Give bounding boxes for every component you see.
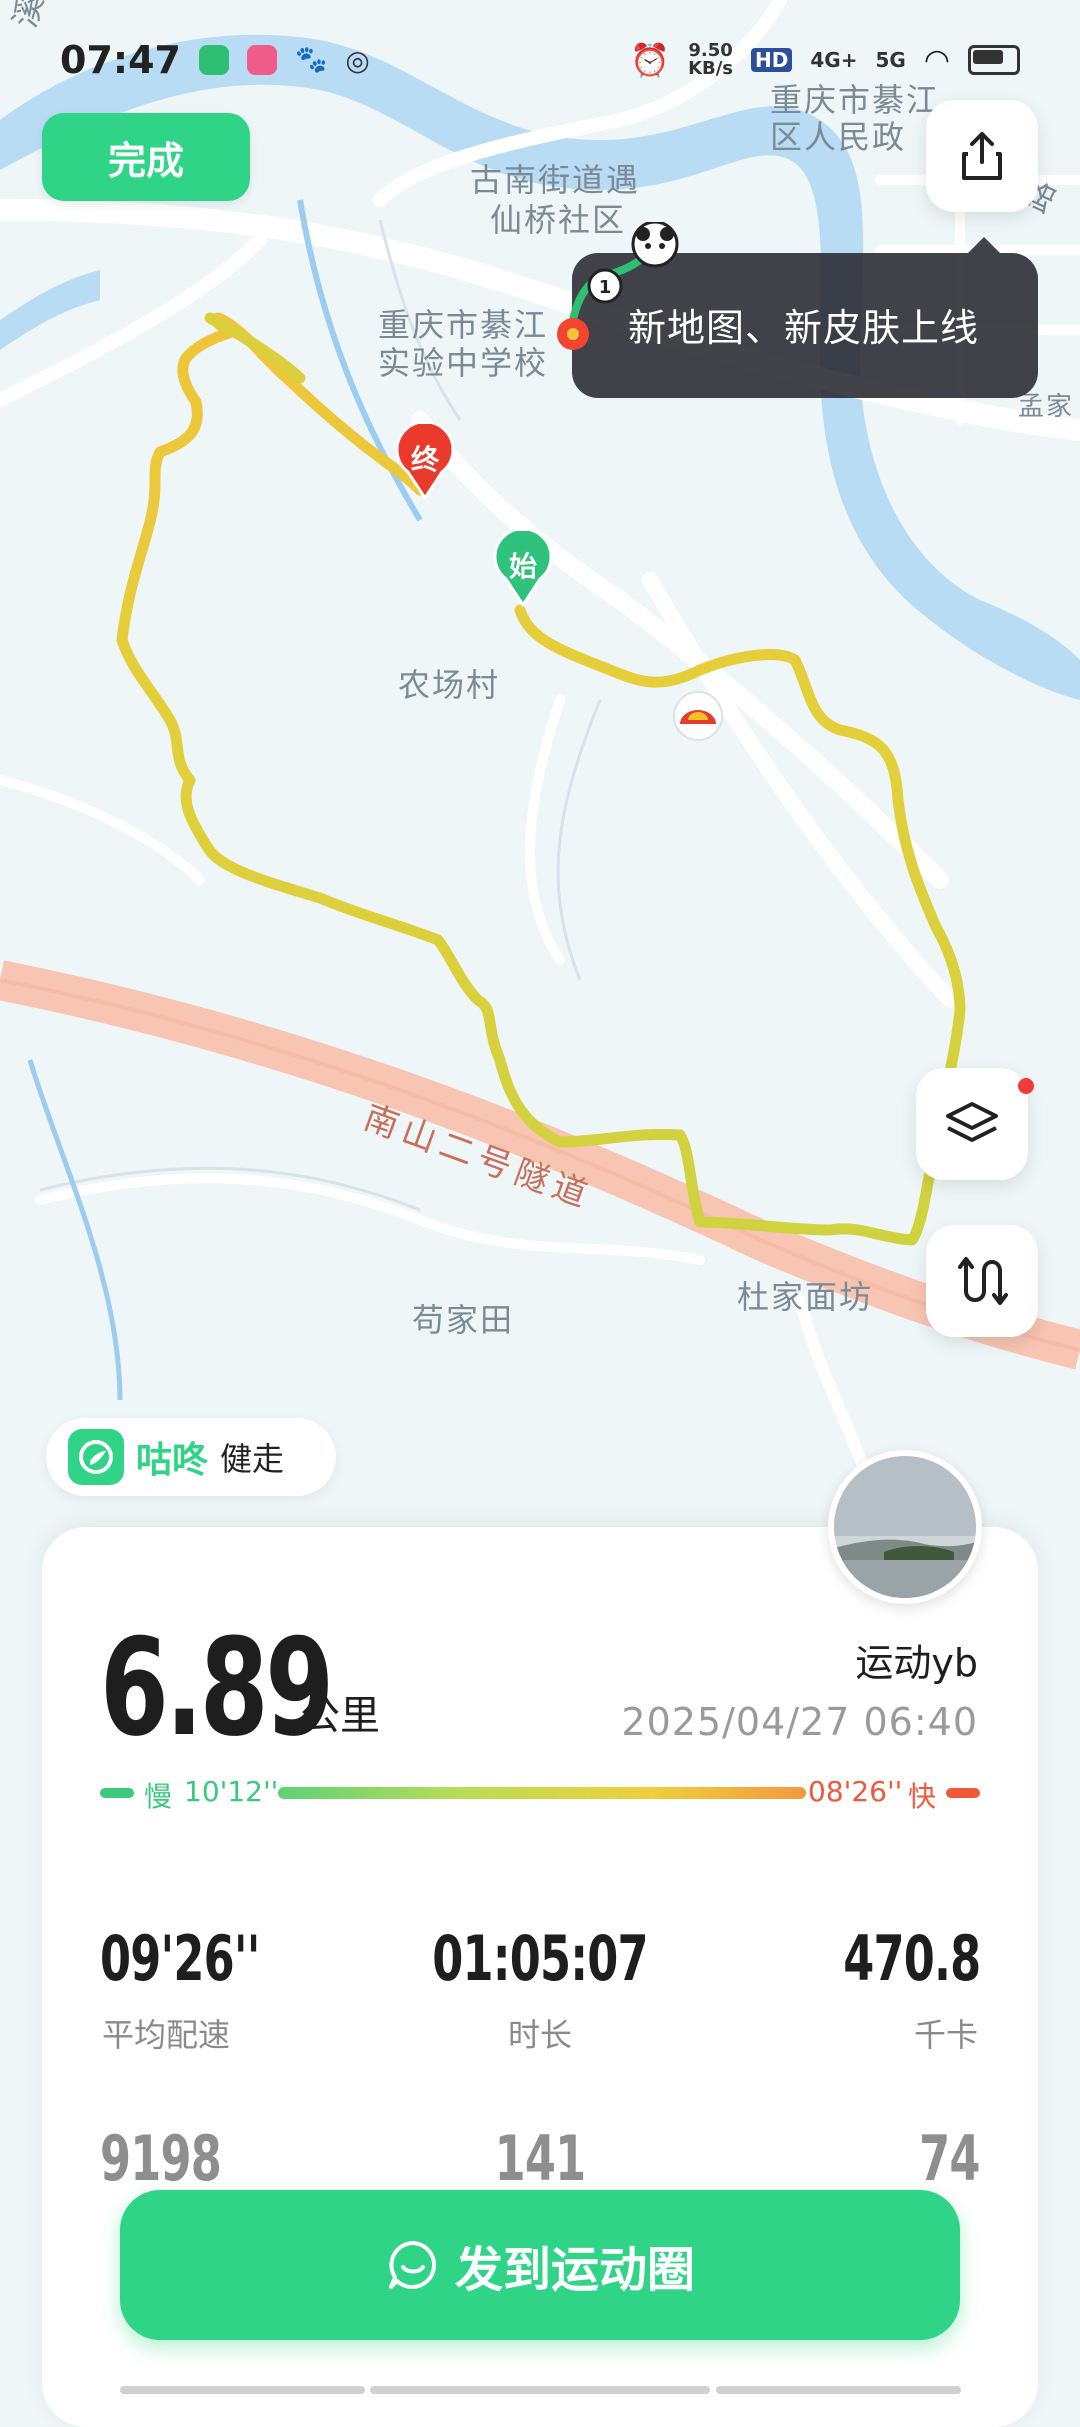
avg-pace-value: 09'26''	[100, 1922, 260, 1995]
fast-pace-value: 08'26''	[808, 1775, 903, 1808]
post-button-label: 发到运动圈	[454, 2242, 695, 2298]
pace-range-bar: 慢 10'12'' 08'26'' 快	[100, 1775, 980, 1813]
end-marker[interactable]: 终	[394, 420, 456, 501]
map-layers-button[interactable]	[916, 1068, 1028, 1180]
cadence-value: 141	[494, 2122, 587, 2195]
calories-value: 470.8	[842, 1922, 981, 1995]
tooltip-arrow	[968, 237, 1000, 253]
status-time: 07:47	[60, 38, 181, 82]
app-notification-icon	[198, 45, 229, 75]
net-speed: 9.50 KB/s	[688, 42, 733, 78]
start-marker-label: 始	[508, 550, 537, 583]
tab-indicator	[716, 2386, 961, 2394]
route-curve-icon	[958, 1257, 1008, 1305]
activity-type: 健走	[220, 1440, 285, 1478]
signal-4g-icon: 4G+	[810, 48, 858, 72]
map-label: 实验中学校	[378, 344, 549, 382]
pace-gradient	[278, 1787, 806, 1799]
map-label: 苟家田	[412, 1301, 515, 1339]
duration-label: 时长	[507, 2016, 572, 2054]
svg-text:1: 1	[599, 277, 612, 298]
brand-activity-badge: 咕咚 健走	[46, 1418, 336, 1496]
paw-icon: 🐾	[294, 45, 328, 75]
fast-label: 快	[908, 1780, 937, 1813]
chat-bubble-icon	[388, 2241, 437, 2289]
map-label: 农场村	[398, 666, 501, 704]
avg-pace-label: 平均配速	[102, 2016, 231, 2054]
distance-value: 6.89	[100, 1610, 334, 1766]
user-avatar[interactable]	[828, 1450, 982, 1604]
fast-pace-cap	[946, 1788, 980, 1798]
wifi-icon: ◠	[923, 42, 950, 78]
route-style-button[interactable]	[926, 1225, 1038, 1337]
done-button[interactable]: 完成	[42, 113, 250, 201]
signal-5g-icon: 5G	[875, 48, 906, 72]
calories-label: 千卡	[913, 2016, 978, 2054]
share-icon	[962, 132, 1002, 180]
hd-icon: HD	[751, 48, 793, 72]
activity-datetime: 2025/04/27 06:40	[621, 1700, 978, 1744]
net-speed-unit: KB/s	[688, 58, 734, 79]
app-notification-icon	[246, 45, 277, 75]
slow-label: 慢	[144, 1780, 173, 1813]
layers-icon	[946, 1102, 998, 1142]
battery-icon	[968, 45, 1020, 75]
new-badge-dot	[1018, 1078, 1034, 1094]
post-to-moments-button[interactable]: 发到运动圈	[120, 2190, 960, 2340]
swirl-icon: ◎	[345, 43, 370, 77]
tab-indicator	[120, 2386, 365, 2394]
share-button[interactable]	[926, 100, 1038, 212]
slow-pace-value: 10'12''	[184, 1775, 279, 1808]
tab-indicator	[370, 2386, 710, 2394]
stride-value: 74	[919, 2122, 981, 2195]
status-bar: 07:47 🐾 ◎ ⏰ 9.50 KB/s HD 4G+ 5G ◠	[0, 0, 1080, 120]
slow-pace-cap	[100, 1788, 134, 1798]
duration-value: 01:05:07	[432, 1922, 648, 1995]
panda-sticker-icon: 1	[557, 222, 679, 350]
steps-value: 9198	[100, 2122, 222, 2195]
map-label: 杜家面坊	[737, 1278, 874, 1316]
brand-name: 咕咚	[136, 1440, 209, 1481]
codoon-logo-icon	[68, 1429, 124, 1485]
distance-unit: 公里	[300, 1693, 380, 1739]
end-marker-label: 终	[410, 443, 439, 476]
alarm-icon: ⏰	[630, 41, 671, 79]
avatar-image	[834, 1456, 976, 1598]
start-marker[interactable]: 始	[492, 527, 554, 608]
username: 运动yb	[855, 1641, 978, 1685]
